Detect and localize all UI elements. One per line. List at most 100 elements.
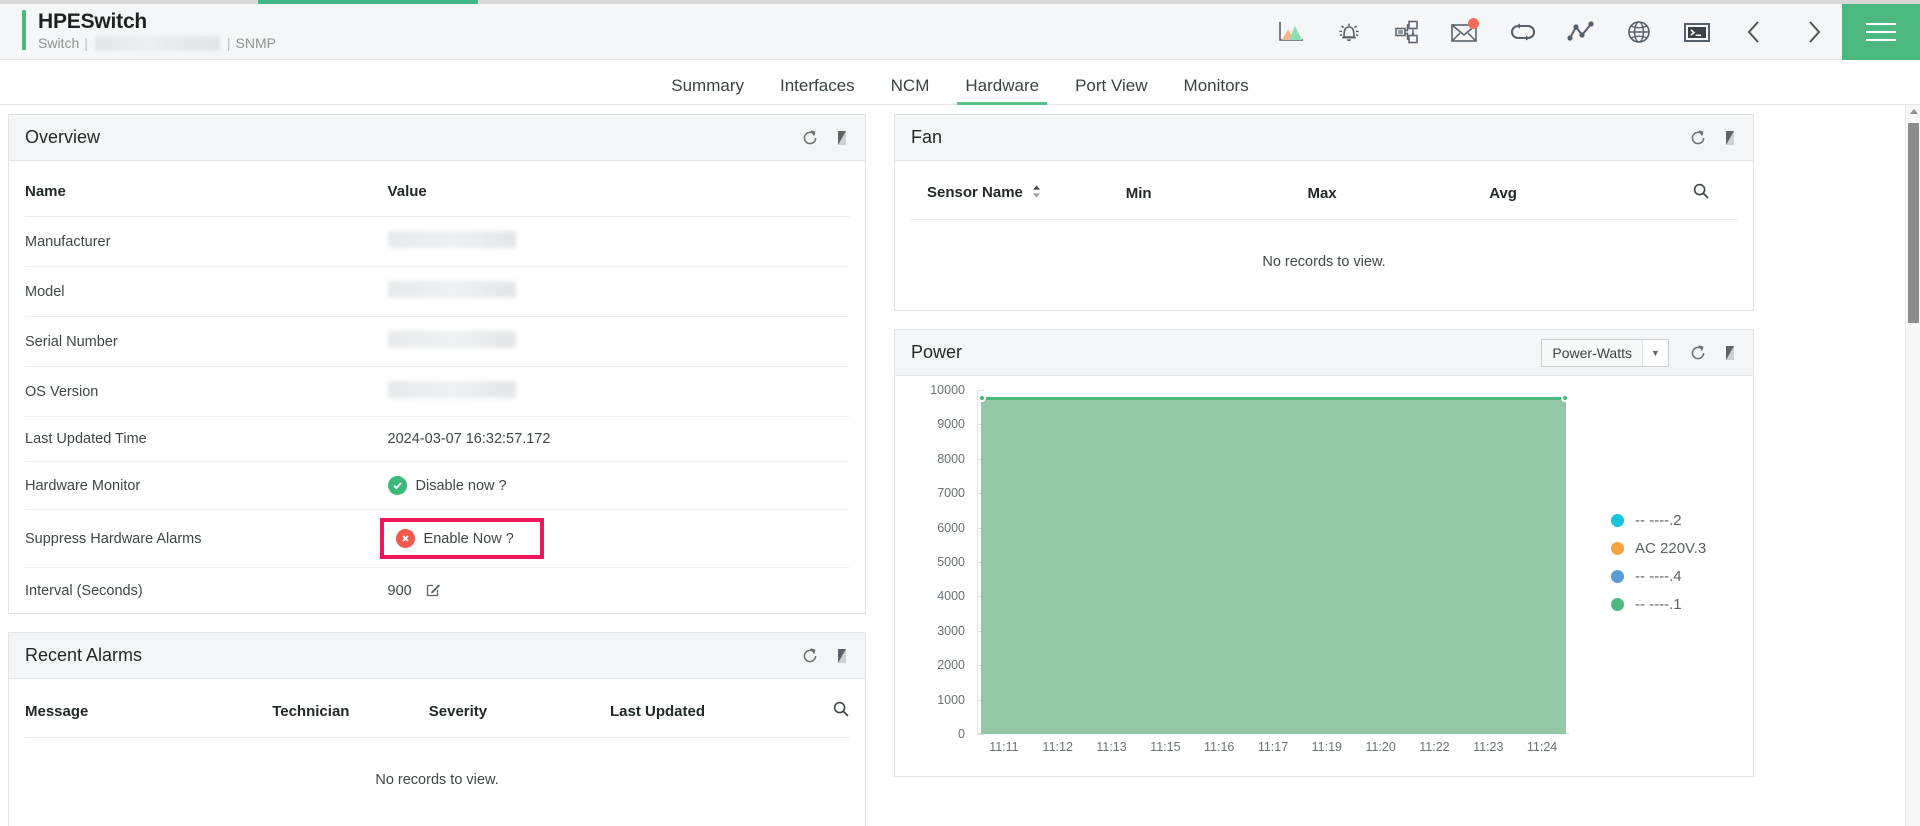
next-arrow-icon[interactable] — [1784, 4, 1842, 60]
device-title-block: HPESwitch Switch | | SNMP — [0, 9, 276, 54]
tab-ncm[interactable]: NCM — [873, 77, 948, 104]
right-column: Fan Sensor Name Min Max Avg No records t… — [894, 114, 1754, 795]
power-metric-select[interactable]: Power-Watts ▼ — [1541, 338, 1669, 367]
chevron-down-icon[interactable]: ▼ — [1642, 339, 1668, 366]
overview-row-label: Last Updated Time — [25, 416, 388, 462]
y-axis-tick: 3000 — [937, 623, 965, 638]
overview-row-label: Manufacturer — [25, 216, 388, 267]
link-loop-icon[interactable] — [1494, 4, 1552, 60]
error-circle-icon — [395, 529, 415, 548]
recent-alarms-refresh-icon[interactable] — [801, 647, 819, 665]
workflow-icon[interactable] — [1378, 4, 1436, 60]
chart-data-point[interactable] — [1561, 393, 1569, 402]
y-axis-tick: 2000 — [937, 658, 965, 673]
reports-chart-icon[interactable] — [1262, 4, 1320, 60]
fan-table: Sensor Name Min Max Avg — [911, 161, 1737, 220]
x-axis-tick: 11:16 — [1203, 740, 1235, 754]
overview-row-label: OS Version — [25, 366, 388, 417]
legend-item[interactable]: -- ----.4 — [1611, 568, 1727, 585]
device-nav-tabs: Summary Interfaces NCM Hardware Port Vie… — [0, 60, 1920, 105]
page-scrollbar-thumb[interactable] — [1908, 123, 1919, 323]
page-title: HPESwitch — [38, 9, 148, 33]
recent-alarms-expand-icon[interactable] — [835, 648, 849, 664]
protocol-label: SNMP — [235, 34, 276, 51]
fan-col-max[interactable]: Max — [1307, 161, 1490, 220]
legend-item[interactable]: AC 220V.3 — [1611, 540, 1727, 557]
overview-row-value — [387, 316, 849, 367]
legend-item[interactable]: -- ----.1 — [1611, 596, 1727, 613]
suppress-alarms-action-label: Enable Now ? — [423, 530, 514, 547]
globe-icon[interactable] — [1610, 4, 1668, 60]
fan-col-min[interactable]: Min — [1125, 161, 1308, 220]
legend-item[interactable]: -- ----.2 — [1611, 512, 1727, 529]
edit-pencil-icon[interactable] — [426, 583, 441, 599]
y-axis-tick: 9000 — [937, 417, 965, 432]
recent-alarms-table: Message Technician Severity Last Updated — [25, 679, 849, 738]
suppress-hardware-alarms-toggle[interactable]: Enable Now ? — [379, 518, 544, 559]
tab-port-view[interactable]: Port View — [1057, 77, 1165, 104]
alarms-col-technician[interactable]: Technician — [272, 679, 429, 738]
power-expand-icon[interactable] — [1723, 345, 1737, 361]
alarms-col-severity[interactable]: Severity — [428, 679, 611, 738]
power-chart-plot-area: 0 1000 2000 3000 4000 5000 6000 7000 8000 9000 100… — [917, 383, 1577, 770]
legend-label: AC 220V.3 — [1635, 539, 1707, 557]
network-nodes-icon[interactable] — [1552, 4, 1610, 60]
power-chart-plot — [977, 390, 1569, 735]
overview-row-label: Hardware Monitor — [25, 461, 388, 510]
sort-arrows-icon[interactable] — [1032, 185, 1041, 202]
main-menu-button[interactable] — [1842, 3, 1920, 60]
overview-row-label: Model — [25, 266, 388, 317]
overview-expand-icon[interactable] — [835, 130, 849, 146]
alarms-col-last-updated[interactable]: Last Updated — [610, 679, 792, 738]
mail-icon[interactable] — [1436, 4, 1494, 60]
alarm-bell-icon[interactable] — [1320, 4, 1378, 60]
fan-panel-title: Fan — [911, 127, 943, 147]
alarms-col-message[interactable]: Message — [25, 679, 273, 738]
fan-search-icon[interactable] — [1693, 183, 1709, 203]
tab-interfaces[interactable]: Interfaces — [762, 77, 873, 104]
fan-expand-icon[interactable] — [1723, 130, 1737, 146]
page-scrollbar[interactable] — [1905, 105, 1920, 826]
power-panel: Power Power-Watts ▼ 0 1000 2000 3000 400… — [894, 329, 1754, 777]
recent-alarms-panel: Recent Alarms Message Technician Severit… — [8, 632, 866, 826]
device-type-label: Switch — [38, 34, 80, 51]
overview-panel: Overview Name Value Manufacturer Model S… — [8, 114, 866, 614]
power-panel-title: Power — [911, 342, 963, 362]
overview-refresh-icon[interactable] — [801, 129, 819, 147]
hardware-monitor-toggle[interactable]: Disable now ? — [387, 476, 849, 495]
tab-hardware[interactable]: Hardware — [947, 77, 1057, 105]
chart-gridline — [978, 390, 984, 391]
header-icon-bar — [1262, 3, 1920, 60]
overview-table-header-row: Name Value — [25, 161, 849, 217]
x-axis-tick: 11:19 — [1311, 740, 1342, 754]
device-subtitle: Switch | | SNMP — [38, 34, 276, 54]
table-row: Suppress Hardware Alarms Enable Now ? — [25, 509, 849, 568]
fan-col-avg[interactable]: Avg — [1489, 161, 1655, 220]
power-chart-x-axis: 11:11 11:12 11:13 11:15 11:16 11:17 11:19 11:20… — [977, 740, 1569, 764]
tab-summary[interactable]: Summary — [653, 77, 762, 104]
fan-refresh-icon[interactable] — [1689, 129, 1707, 147]
scroll-up-arrow-icon[interactable] — [1910, 109, 1918, 114]
table-row: Last Updated Time 2024-03-07 16:32:57.17… — [25, 416, 849, 462]
interval-value: 900 — [387, 583, 412, 599]
y-axis-tick: 5000 — [937, 555, 965, 569]
tab-monitors[interactable]: Monitors — [1166, 77, 1267, 104]
fan-panel-header: Fan — [895, 115, 1753, 161]
power-refresh-icon[interactable] — [1689, 344, 1707, 362]
fan-col-sensor-name[interactable]: Sensor Name — [911, 161, 1126, 220]
chart-series-line — [981, 396, 1566, 400]
y-axis-tick: 4000 — [937, 589, 965, 604]
prev-arrow-icon[interactable] — [1726, 4, 1784, 60]
table-row: Manufacturer — [25, 216, 849, 267]
chart-data-point[interactable] — [978, 393, 986, 402]
fan-empty-text: No records to view. — [1262, 254, 1386, 270]
y-axis-tick: 6000 — [937, 520, 965, 535]
x-axis-tick: 11:22 — [1419, 740, 1450, 754]
terminal-icon[interactable] — [1668, 4, 1726, 60]
check-circle-icon — [387, 476, 407, 495]
overview-panel-body: Name Value Manufacturer Model Serial Num… — [9, 161, 865, 613]
overview-row-label: Serial Number — [25, 316, 388, 367]
alarms-search-icon[interactable] — [833, 701, 849, 721]
overview-row-label: Suppress Hardware Alarms — [25, 509, 388, 568]
fan-col-sensor-name-label: Sensor Name — [927, 184, 1023, 202]
